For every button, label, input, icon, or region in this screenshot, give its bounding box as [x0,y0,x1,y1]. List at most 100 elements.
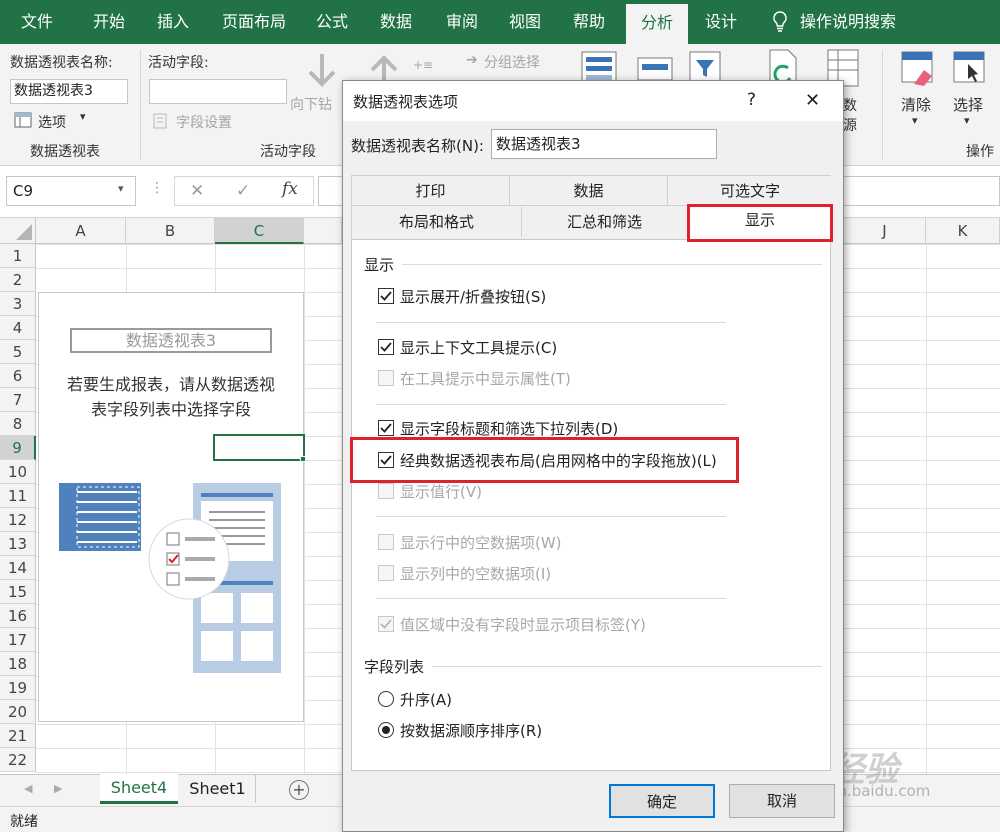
column-header-c[interactable]: C [215,218,304,244]
values-row-checkbox[interactable] [378,483,394,499]
tab-analyze[interactable]: 分析 [626,4,688,44]
tab-formulas[interactable]: 公式 [304,0,360,44]
tab-print[interactable]: 打印 [352,176,510,206]
pt-name-input-dialog[interactable]: 数据透视表3 [491,129,717,159]
row-header[interactable]: 15 [0,580,36,604]
help-button[interactable]: ? [747,90,756,110]
active-field-label: 活动字段: [148,55,209,71]
row-header[interactable]: 20 [0,700,36,724]
row-header[interactable]: 12 [0,508,36,532]
row-header[interactable]: 14 [0,556,36,580]
row-header[interactable]: 6 [0,364,36,388]
highlight-classic-layout [350,437,739,483]
column-header-a[interactable]: A [36,218,126,244]
pivot-illustration-icon [57,481,287,685]
sheet-tab-sheet4[interactable]: Sheet4 [100,774,178,804]
name-box-dropdown-icon[interactable]: ▾ [118,182,124,195]
tab-home[interactable]: 开始 [78,0,140,44]
tooltip-properties-checkbox[interactable] [378,370,394,386]
scroll-right-icon[interactable]: ▶ [54,782,62,795]
row-header[interactable]: 7 [0,388,36,412]
row-header[interactable]: 3 [0,292,36,316]
select-dropdown-icon[interactable]: ▾ [964,114,970,127]
clear-dropdown-icon[interactable]: ▾ [912,114,918,127]
empty-cols-label: 显示列中的空数据项(I) [400,565,552,583]
field-captions-label: 显示字段标题和筛选下拉列表(D) [400,420,619,438]
options-button[interactable]: 选项 [38,112,66,132]
name-box[interactable]: C9 [6,176,136,206]
selected-cell[interactable] [213,434,305,461]
menu-bar: 文件 开始 插入 页面布局 公式 数据 审阅 视图 帮助 分析 设计 操作说明搜… [0,0,1000,44]
divider [376,322,726,323]
group-divider-2 [882,50,883,160]
sheet-tab-sheet1[interactable]: Sheet1 [180,775,256,803]
column-header-j[interactable]: J [844,218,926,244]
drill-down-button[interactable]: 向下钻 [290,94,332,114]
add-sheet-icon[interactable]: + [289,780,309,800]
scroll-left-icon[interactable]: ◀ [24,782,32,795]
row-header[interactable]: 2 [0,268,36,292]
select-all-corner[interactable] [0,218,36,244]
row-header[interactable]: 1 [0,244,36,268]
tab-data[interactable]: 数据 [366,0,426,44]
tab-view[interactable]: 视图 [496,0,554,44]
insert-function-icon[interactable]: fx [282,179,298,199]
options-dropdown-icon[interactable]: ▾ [80,110,86,123]
item-labels-checkbox[interactable] [378,616,394,632]
sort-az-label: 升序(A) [400,691,452,709]
group-selection-arrow-icon: ➔ [466,52,478,68]
tab-review[interactable]: 审阅 [432,0,492,44]
tab-totals-filters[interactable]: 汇总和筛选 [522,207,688,237]
fill-handle[interactable] [300,456,306,462]
row-header[interactable]: 18 [0,652,36,676]
row-header-selected[interactable]: 9 [0,436,36,460]
row-header[interactable]: 13 [0,532,36,556]
tab-data[interactable]: 数据 [510,176,668,206]
row-header[interactable]: 5 [0,340,36,364]
enter-icon[interactable]: ✓ [236,181,250,201]
expand-field-icon: +≡ [413,58,434,72]
empty-rows-checkbox[interactable] [378,534,394,550]
cancel-icon[interactable]: ✕ [190,181,204,201]
pt-name-input[interactable]: 数据透视表3 [10,79,128,104]
column-header-d[interactable] [304,218,342,244]
row-header[interactable]: 10 [0,460,36,484]
tell-me-search[interactable]: 操作说明搜索 [800,0,910,44]
sort-source-label: 按数据源顺序排序(R) [400,722,543,740]
select-button[interactable]: 选择 [953,94,983,115]
field-settings-button[interactable]: 字段设置 [176,112,232,132]
drill-down-icon [304,50,340,96]
group-selection-button[interactable]: 分组选择 [484,52,540,72]
tab-design[interactable]: 设计 [692,0,750,44]
empty-cols-checkbox[interactable] [378,565,394,581]
row-header[interactable]: 17 [0,628,36,652]
row-header[interactable]: 22 [0,748,36,772]
sort-source-radio[interactable] [378,722,394,738]
empty-rows-label: 显示行中的空数据项(W) [400,534,562,552]
column-header-k[interactable]: K [926,218,1000,244]
row-header[interactable]: 4 [0,316,36,340]
close-icon[interactable]: ✕ [805,90,820,111]
expand-collapse-checkbox[interactable] [378,288,394,304]
column-header-b[interactable]: B [126,218,215,244]
tab-page-layout[interactable]: 页面布局 [208,0,300,44]
row-header[interactable]: 21 [0,724,36,748]
dialog-titlebar: 数据透视表选项 ? ✕ [343,81,843,121]
tab-alt-text[interactable]: 可选文字 [668,176,832,206]
tab-help[interactable]: 帮助 [560,0,618,44]
active-field-input[interactable] [149,79,287,104]
sort-az-radio[interactable] [378,691,394,707]
row-header[interactable]: 11 [0,484,36,508]
row-header[interactable]: 16 [0,604,36,628]
row-header[interactable]: 8 [0,412,36,436]
tab-file[interactable]: 文件 [8,0,66,44]
clear-button[interactable]: 清除 [901,94,931,115]
context-tooltips-checkbox[interactable] [378,339,394,355]
row-header[interactable]: 19 [0,676,36,700]
field-captions-checkbox[interactable] [378,420,394,436]
cancel-button[interactable]: 取消 [729,784,835,818]
ok-button[interactable]: 确定 [609,784,715,818]
tab-insert[interactable]: 插入 [142,0,204,44]
tab-layout-format[interactable]: 布局和格式 [352,207,522,237]
divider [432,666,822,667]
